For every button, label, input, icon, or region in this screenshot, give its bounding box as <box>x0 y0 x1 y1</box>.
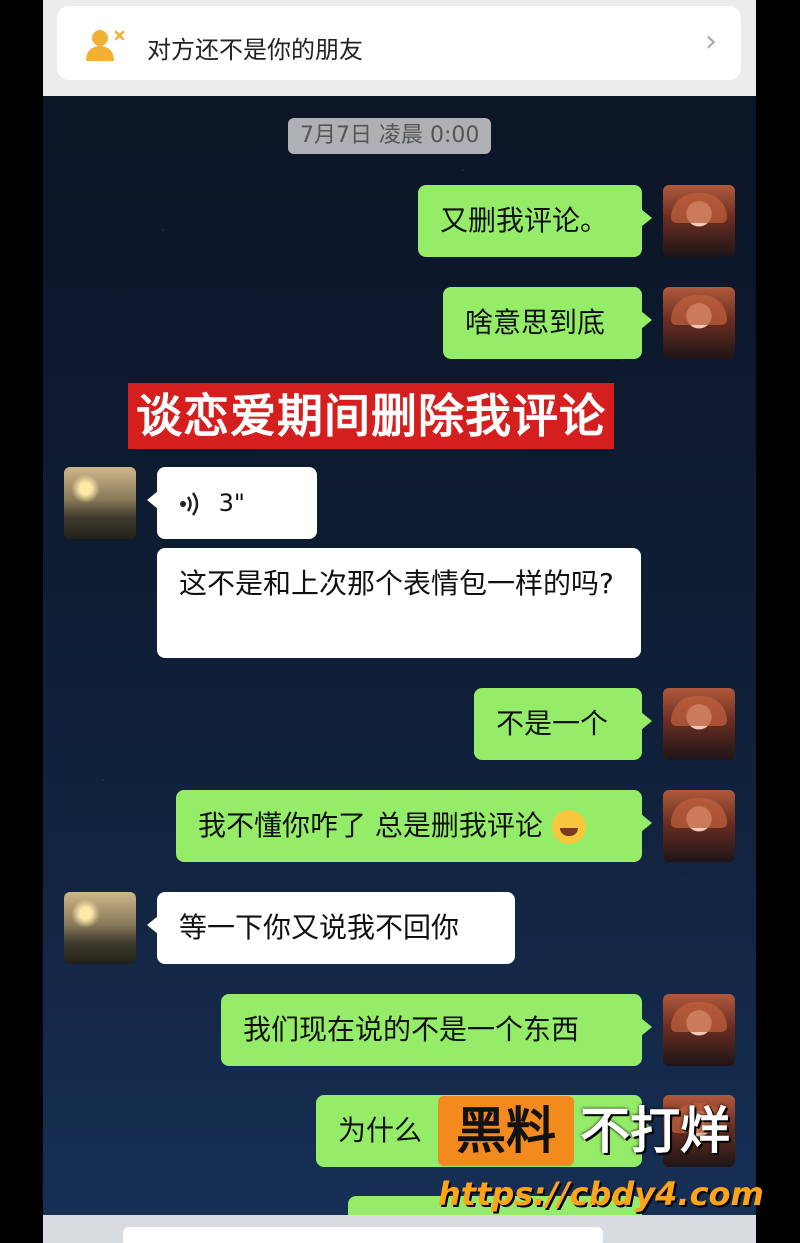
watermark: 黑料 不打烊 https://cbdy4.com <box>438 1092 778 1222</box>
message-bubble-sent[interactable]: 啥意思到底 <box>443 287 652 359</box>
top-banner: 对方还不是你的朋友 › <box>43 0 756 96</box>
overlay-caption: 谈恋爱期间删除我评论 <box>128 383 614 449</box>
avatar-me[interactable] <box>663 994 735 1066</box>
message-bubble-sent[interactable]: 我不懂你咋了 总是删我评论 <box>176 790 652 862</box>
not-friend-text: 对方还不是你的朋友 <box>147 36 363 64</box>
avatar-me[interactable] <box>663 185 735 257</box>
message-bubble-received[interactable]: 这不是和上次那个表情包一样的吗? <box>157 548 641 658</box>
message-bubble-sent[interactable]: 我们现在说的不是一个东西 <box>221 994 652 1066</box>
tears-of-joy-emoji <box>551 810 586 844</box>
avatar-other[interactable] <box>64 892 136 964</box>
avatar-me[interactable] <box>663 688 735 760</box>
message-input[interactable] <box>123 1227 603 1243</box>
voice-message-bubble[interactable]: 3" <box>147 467 317 539</box>
add-friend-icon <box>86 30 125 61</box>
watermark-badge: 黑料 <box>438 1096 574 1166</box>
not-friend-notice[interactable]: 对方还不是你的朋友 › <box>57 6 741 80</box>
message-timestamp: 7月7日 凌晨 0:00 <box>288 118 492 154</box>
watermark-text: 不打烊 <box>580 1102 730 1160</box>
avatar-me[interactable] <box>663 790 735 862</box>
voice-duration: 3" <box>218 489 245 517</box>
chat-screen: 对方还不是你的朋友 › 7月7日 凌晨 0:00 又删我评论。 啥意思到底 谈恋… <box>43 0 756 1243</box>
chevron-right-icon: › <box>705 24 717 59</box>
message-text: 我不懂你咋了 总是删我评论 <box>198 809 543 842</box>
watermark-url: https://cbdy4.com <box>438 1175 764 1213</box>
avatar-other[interactable] <box>64 467 136 539</box>
message-bubble-sent[interactable]: 又删我评论。 <box>418 185 652 257</box>
voice-wave-icon <box>180 492 199 516</box>
message-bubble-sent[interactable]: 不是一个 <box>474 688 652 760</box>
message-bubble-received[interactable]: 等一下你又说我不回你 <box>147 892 515 964</box>
avatar-me[interactable] <box>663 287 735 359</box>
